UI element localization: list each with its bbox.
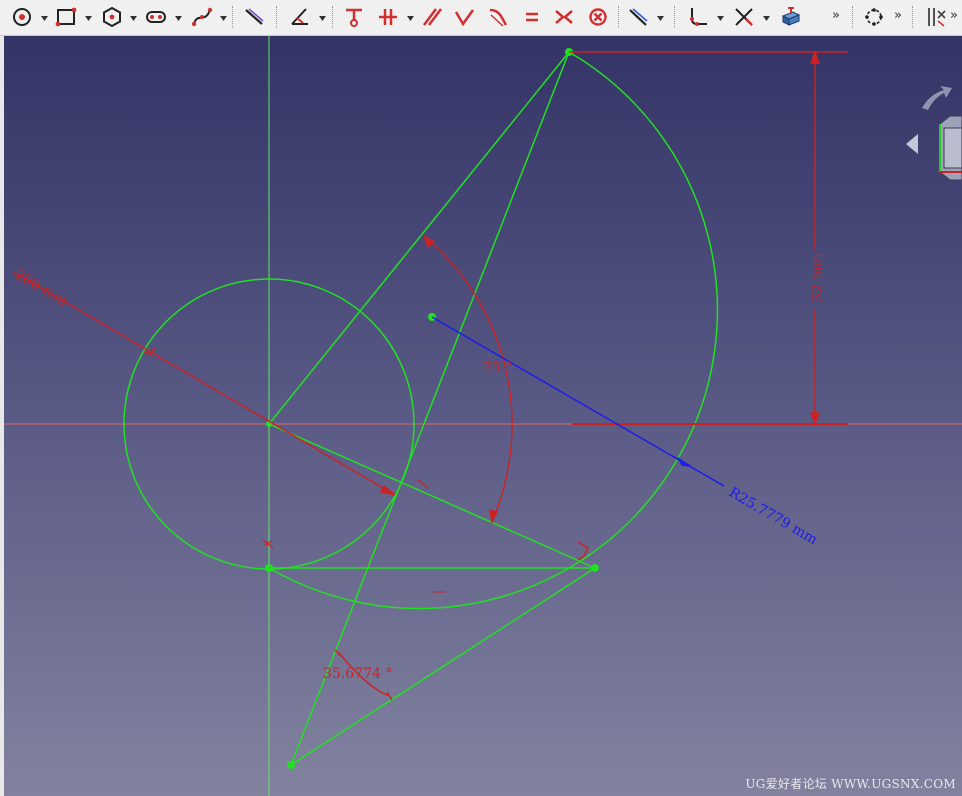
polygon-dropdown-arrow[interactable] [129, 14, 137, 22]
slot-dropdown-arrow[interactable] [174, 14, 182, 22]
view-cube-front[interactable] [943, 127, 962, 169]
trim-dropdown-arrow[interactable] [762, 14, 770, 22]
fillet-button[interactable] [684, 3, 712, 31]
horizontal-constraint-marker[interactable]: — [432, 584, 446, 600]
bspline-icon [191, 7, 213, 27]
vertex-bottom[interactable] [287, 761, 295, 769]
vertical-32-label[interactable]: 32 mm [810, 253, 826, 302]
horizontal-distance-icon [379, 9, 397, 25]
view-left-arrow-icon[interactable] [906, 134, 918, 154]
fillet-dropdown-arrow[interactable] [716, 14, 724, 22]
diameter-dimension-line[interactable] [13, 271, 396, 496]
toggle-dropdown-arrow[interactable] [656, 14, 664, 22]
toolbar-overflow-button[interactable]: » [832, 8, 840, 23]
perpendicular-icon [454, 9, 475, 27]
toolbar-separator [674, 6, 676, 28]
create-bspline-button[interactable] [188, 3, 216, 31]
diameter-arrow [379, 484, 396, 496]
fillet-icon [690, 8, 707, 26]
circle-icon [13, 8, 31, 26]
line-origin-to-top[interactable] [268, 51, 570, 425]
constrain-equal-button[interactable] [518, 3, 546, 31]
equal-icon [526, 12, 538, 22]
create-rectangle-button[interactable] [52, 3, 80, 31]
external-geometry-icon [245, 8, 264, 25]
symmetric-icon [555, 10, 573, 24]
toolbar-separator [912, 6, 914, 28]
bspline-dropdown-arrow[interactable] [219, 14, 227, 22]
vertex-right[interactable] [591, 564, 599, 572]
create-polygon-button[interactable] [98, 3, 126, 31]
constrain-parallel-button[interactable] [418, 3, 446, 31]
toolbar-separator [332, 6, 334, 28]
trim-icon [735, 8, 753, 26]
hexagon-icon [103, 6, 121, 28]
3d-viewport[interactable]: — 200 mm 75 ° 32 mm R25.7779 mm 35.6774 … [0, 36, 962, 796]
angle-arrow-bottom [489, 509, 499, 525]
carbon-copy-button[interactable] [286, 3, 314, 31]
vertical-dim-arrow-top [810, 49, 820, 64]
tangent-icon [489, 8, 508, 27]
construction-toggle-icon [928, 8, 946, 27]
vertex-bottom-left[interactable] [265, 564, 273, 572]
lock-constraint-icon [346, 8, 362, 27]
angle-35-label[interactable]: 35.6774 ° [323, 666, 392, 682]
trim-button[interactable] [730, 3, 758, 31]
constrain-block-button[interactable] [584, 3, 612, 31]
constrain-tangent-button[interactable] [484, 3, 512, 31]
constrain-horizontal-distance-button[interactable] [374, 3, 402, 31]
constrain-perpendicular-button[interactable] [450, 3, 478, 31]
angle-arrow-top [422, 234, 436, 249]
toolbar-overflow-button-3[interactable]: » [950, 8, 958, 23]
coincident-constraint-icon[interactable] [262, 539, 274, 549]
line-origin-to-right[interactable] [268, 423, 596, 569]
parallel-icon [423, 8, 442, 26]
rectangle-icon [55, 7, 77, 27]
sketcher-toolbar: » » » [0, 0, 962, 36]
toolbar-separator [276, 6, 278, 28]
copy-dropdown-arrow[interactable] [318, 14, 326, 22]
toolbar-separator [852, 6, 854, 28]
radius-arrow [677, 457, 691, 467]
toolbar-overflow-button-2[interactable]: » [894, 8, 902, 23]
validate-sketch-button[interactable] [776, 3, 804, 31]
diameter-dimension-label[interactable]: 200 mm [12, 267, 70, 310]
slot-icon [146, 11, 166, 23]
block-icon [589, 8, 607, 26]
angle-75-arc[interactable] [423, 235, 513, 523]
create-slot-button[interactable] [142, 3, 170, 31]
vertical-dim-arrow-bottom [810, 412, 820, 427]
watermark: UG爱好者论坛 WWW.UGSNX.COM [745, 777, 956, 791]
constrain-symmetric-button[interactable] [550, 3, 578, 31]
create-circle-button[interactable] [8, 3, 36, 31]
toolbar-separator [618, 6, 620, 28]
external-geometry-button[interactable] [240, 3, 268, 31]
toolbar-separator [232, 6, 234, 28]
line-top-to-bottom[interactable] [290, 51, 570, 766]
angle-75-label[interactable]: 75 ° [483, 360, 512, 376]
toggle-construction-button[interactable] [922, 3, 950, 31]
rotate-view-arrow-icon[interactable] [922, 86, 952, 110]
left-panel-edge [0, 36, 4, 796]
bspline-tools-icon [865, 8, 883, 26]
radius-dimension-label[interactable]: R25.7779 mm [726, 485, 820, 549]
rectangle-dropdown-arrow[interactable] [84, 14, 92, 22]
distance-icon [629, 8, 648, 26]
carbon-copy-icon [291, 8, 308, 25]
bspline-tools-button[interactable] [860, 3, 888, 31]
constrain-lock-button[interactable] [340, 3, 368, 31]
navigation-cube[interactable] [900, 84, 962, 194]
circle-dropdown-arrow[interactable] [40, 14, 48, 22]
sketch-canvas[interactable]: — 200 mm 75 ° 32 mm R25.7779 mm 35.6774 … [0, 36, 962, 796]
tangent-constraint-icon[interactable] [417, 479, 429, 489]
constrain-distance-button[interactable] [624, 3, 652, 31]
distance-dropdown-arrow[interactable] [406, 14, 414, 22]
validate-icon [781, 7, 801, 26]
